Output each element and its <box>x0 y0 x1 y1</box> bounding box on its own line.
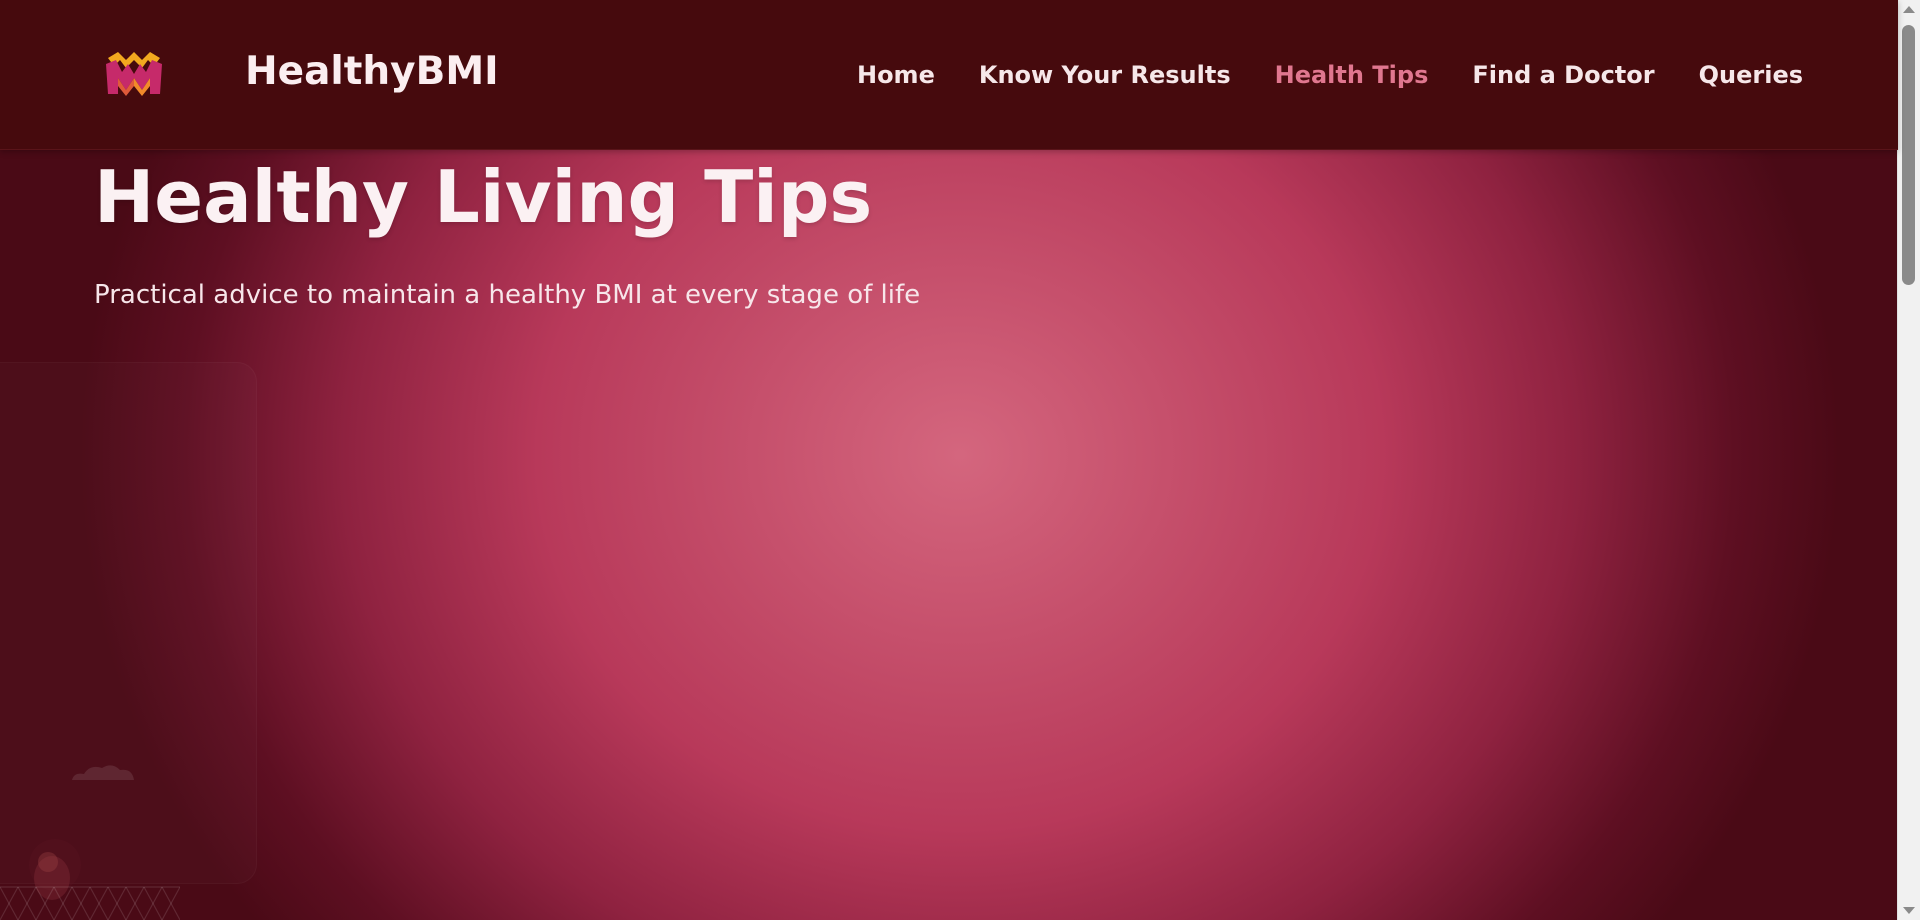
nav-link-queries[interactable]: Queries <box>1699 61 1803 89</box>
cloud-icon <box>72 765 134 780</box>
scroll-down-arrow-icon[interactable] <box>1903 907 1915 914</box>
nav-link-find-a-doctor[interactable]: Find a Doctor <box>1472 61 1654 89</box>
faded-card <box>0 362 257 884</box>
navbar: HealthyBMI Home Know Your Results Health… <box>0 0 1898 150</box>
nav-link-know-your-results[interactable]: Know Your Results <box>979 61 1231 89</box>
nav-menu: Home Know Your Results Health Tips Find … <box>857 61 1803 89</box>
vertical-scrollbar[interactable] <box>1897 0 1920 920</box>
nav-link-health-tips[interactable]: Health Tips <box>1275 61 1429 89</box>
nav-link-home[interactable]: Home <box>857 61 935 89</box>
scrollbar-thumb[interactable] <box>1902 25 1915 285</box>
scroll-up-arrow-icon[interactable] <box>1903 6 1915 13</box>
page-subtitle: Practical advice to maintain a healthy B… <box>94 280 921 310</box>
fence-icon <box>0 886 180 920</box>
logo-icon[interactable] <box>104 50 164 96</box>
brand-name[interactable]: HealthyBMI <box>245 49 499 94</box>
page-title: Healthy Living Tips <box>94 155 873 239</box>
